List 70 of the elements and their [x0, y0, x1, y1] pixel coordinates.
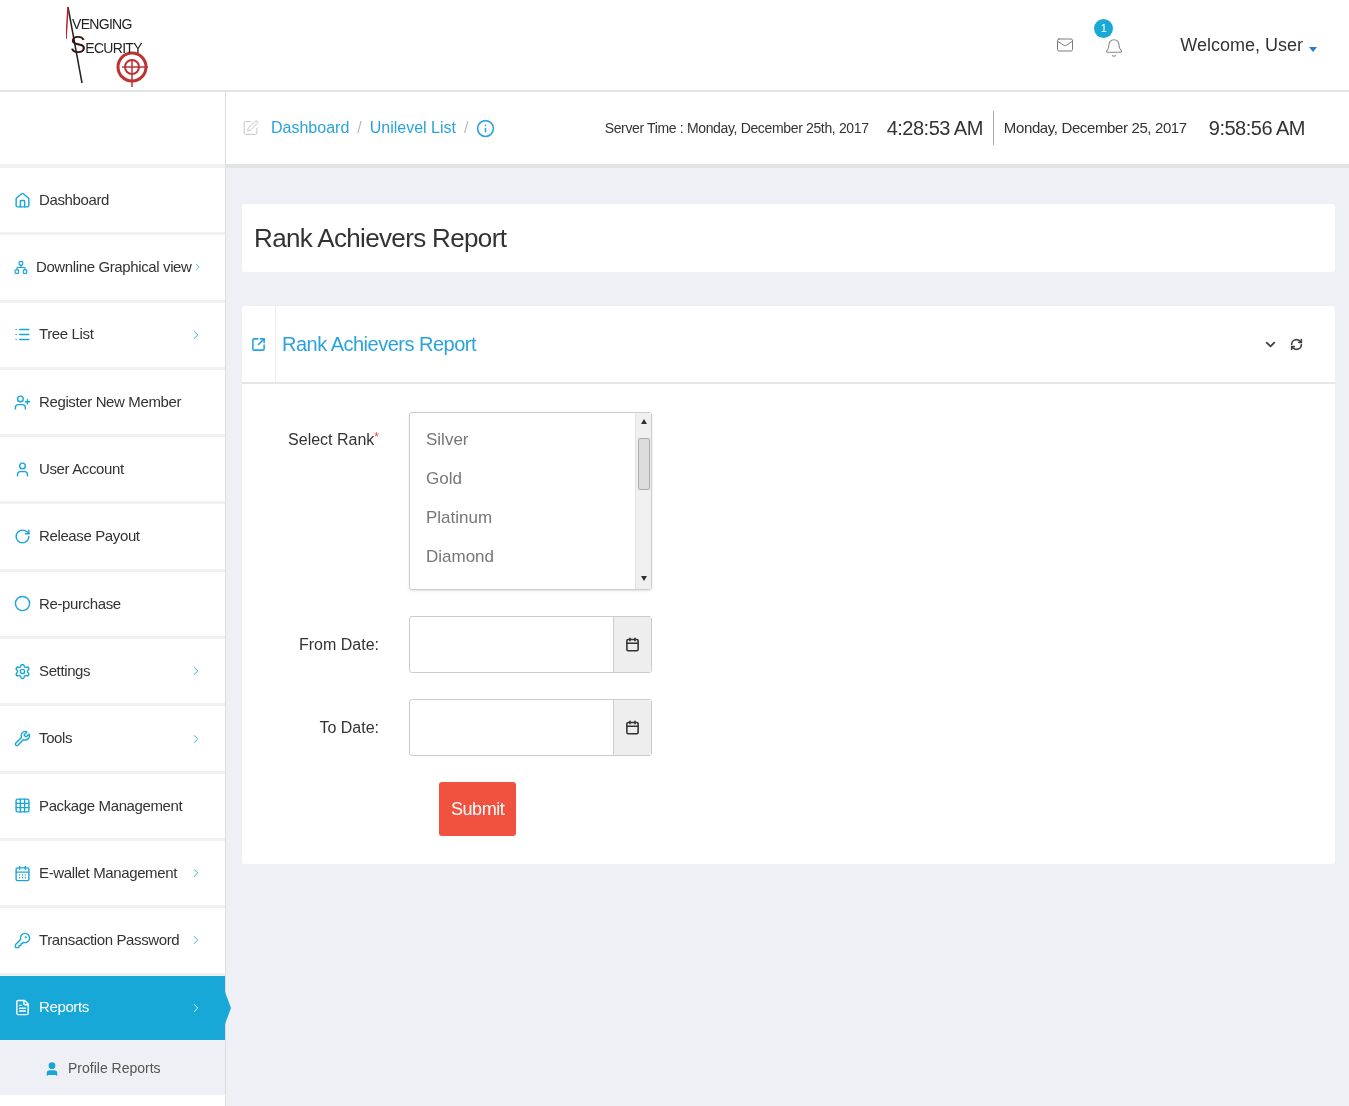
sidebar-item[interactable]: E-wallet Management: [0, 840, 225, 909]
wrench-icon: [14, 730, 31, 747]
sidebar-label: E-wallet Management: [39, 862, 177, 883]
user-icon: [14, 460, 31, 478]
sidebar-label: Tools: [39, 728, 73, 749]
sitemap-icon: [14, 258, 28, 276]
sidebar-label: Re-purchase: [39, 593, 121, 614]
listbox-option[interactable]: Silver: [426, 427, 635, 452]
user-menu[interactable]: Welcome, User: [1180, 31, 1317, 59]
refresh-icon: [14, 528, 31, 546]
document-icon: [14, 999, 31, 1017]
page-title: Rank Achievers Report: [254, 221, 507, 255]
user-plus-icon: [14, 393, 31, 411]
scrollbar[interactable]: [635, 413, 651, 589]
sidebar-item[interactable]: Re-purchase: [0, 571, 225, 640]
sidebar-label: Release Payout: [39, 526, 140, 547]
mail-icon[interactable]: [1056, 36, 1075, 54]
calendar-icon[interactable]: [625, 720, 640, 735]
sidebar-subitem[interactable]: Profile Reports: [0, 1042, 225, 1095]
sidebar-label: Downline Graphical view: [35, 257, 192, 278]
circle-icon: [14, 595, 31, 613]
sidebar-item[interactable]: Package Management: [0, 773, 225, 841]
breadcrumb-separator: /: [357, 118, 362, 138]
rank-listbox[interactable]: Silver Gold Platinum Diamond: [409, 412, 652, 590]
external-link-icon: [251, 336, 266, 352]
date-field[interactable]: [409, 616, 652, 673]
sidebar-item[interactable]: Tools: [0, 706, 225, 774]
field-label: To Date:: [319, 718, 379, 736]
server-time: 4:28:53 AM: [886, 116, 983, 141]
calendar-icon: [14, 864, 31, 882]
grid-icon: [14, 797, 31, 815]
sidebar-item[interactable]: Downline Graphical view: [0, 235, 225, 303]
date-field[interactable]: [409, 699, 652, 756]
sidebar-label: Tree List: [39, 324, 94, 345]
edit-icon: [242, 118, 259, 138]
listbox-option[interactable]: Gold: [426, 466, 635, 491]
panel-title: Rank Achievers Report: [282, 332, 477, 357]
submit-button[interactable]: Submit: [439, 782, 517, 836]
breadcrumb-separator: /: [464, 118, 469, 138]
refresh-icon[interactable]: [1290, 337, 1303, 351]
field-label: Select Rank*: [288, 431, 379, 448]
caret-icon: [1309, 46, 1317, 52]
sidebar-label: Reports: [39, 997, 89, 1018]
sidebar-label: User Account: [39, 459, 124, 480]
sidebar-item[interactable]: Dashboard: [0, 168, 225, 236]
sidebar-label: Dashboard: [39, 189, 109, 210]
info-icon[interactable]: [476, 118, 496, 138]
notification-badge: 1: [1094, 19, 1114, 38]
user-icon: [44, 1060, 60, 1077]
home-icon: [14, 191, 31, 209]
sidebar-label: Register New Member: [39, 391, 182, 412]
local-date: Monday, December 25, 2017: [1003, 117, 1187, 138]
gear-icon: [14, 662, 31, 680]
server-time-label: Server Time : Monday, December 25th, 2017: [604, 118, 869, 138]
sidebar-label: Transaction Password: [39, 930, 180, 951]
sidebar-item[interactable]: User Account: [0, 437, 225, 505]
sidebar-item[interactable]: Register New Member: [0, 369, 225, 438]
sidebar-label: Package Management: [39, 795, 183, 816]
sidebar-item[interactable]: Settings: [0, 639, 225, 707]
field-label: From Date:: [299, 635, 379, 653]
key-icon: [14, 931, 31, 949]
sidebar-label: Profile Reports: [68, 1059, 161, 1079]
sidebar-label: Settings: [39, 660, 91, 681]
sidebar-item[interactable]: Tree List: [0, 302, 225, 370]
sidebar-item[interactable]: Release Payout: [0, 504, 225, 572]
listbox-option[interactable]: Platinum: [426, 505, 635, 530]
local-time: 9:58:56 AM: [1208, 116, 1305, 141]
bell-icon[interactable]: [1104, 37, 1125, 59]
listbox-option[interactable]: Diamond: [426, 544, 635, 569]
calendar-icon[interactable]: [625, 637, 640, 652]
